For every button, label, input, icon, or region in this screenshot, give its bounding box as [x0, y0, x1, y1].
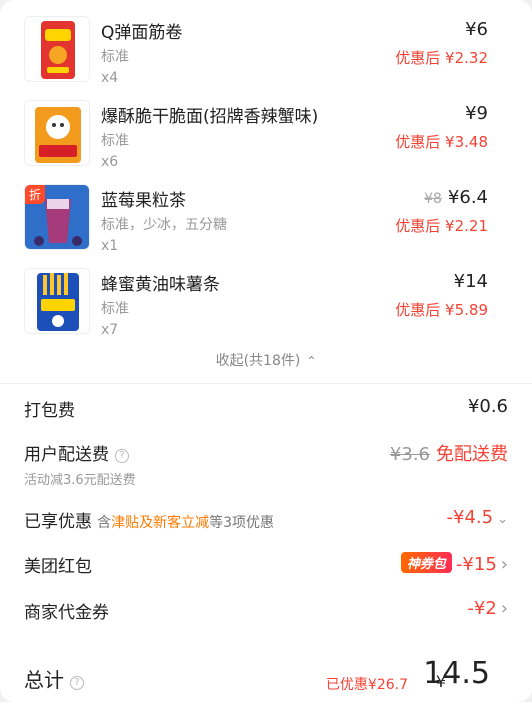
delivery-fee-label: 用户配送费 [24, 445, 109, 465]
item-quantity: x1 [101, 238, 119, 254]
item-name: 蜂蜜黄油味薯条 [101, 275, 220, 295]
free-delivery-text: 免配送费 [436, 444, 508, 465]
packing-fee-value: ¥0.6 [467, 396, 508, 417]
order-summary-card: Q弹面筋卷 标准 x4 ¥6 优惠后 ¥2.32 爆酥脆干脆面(招牌香辣蟹味) … [0, 0, 532, 702]
delivery-fee-row: 用户配送费? 活动减3.6元配送费 ¥3.6 免配送费 [24, 440, 508, 488]
enjoyed-discounts-desc: 含津贴及新客立减等3项优惠 [97, 515, 274, 531]
total-amount: 14.5 [423, 656, 490, 691]
divider [0, 383, 532, 384]
delivery-fee-value: ¥3.6 免配送费 [390, 440, 508, 466]
chevron-right-icon: › [500, 598, 508, 619]
item-name: 爆酥脆干脆面(招牌香辣蟹味) [101, 107, 319, 127]
order-item[interactable]: 爆酥脆干脆面(招牌香辣蟹味) 标准 x6 ¥9 优惠后 ¥3.48 [0, 100, 532, 184]
item-quantity: x7 [101, 322, 119, 338]
total-label: 总计 [24, 668, 64, 692]
merchant-voucher-row[interactable]: 商家代金券 -¥2 › [24, 598, 508, 626]
item-price: ¥8 ¥6.4 [424, 187, 488, 208]
order-item[interactable]: 折 蓝莓果粒茶 标准，少冰，五分糖 x1 ¥8 ¥6.4 优惠后 ¥2.21 [0, 184, 532, 268]
order-item[interactable]: 蜂蜜黄油味薯条 标准 x7 ¥14 优惠后 ¥5.89 [0, 268, 532, 352]
price-value: ¥6 [465, 19, 488, 40]
chevron-up-icon: ⌃ [306, 354, 317, 368]
price-value: ¥14 [453, 271, 488, 292]
enjoyed-discounts-label: 已享优惠 [24, 512, 92, 532]
order-item[interactable]: Q弹面筋卷 标准 x4 ¥6 优惠后 ¥2.32 [0, 16, 532, 100]
item-quantity: x6 [101, 154, 119, 170]
price-value: ¥6.4 [447, 187, 488, 208]
collapse-items-button[interactable]: 收起(共18件) ⌃ [0, 350, 532, 370]
enjoyed-discounts-row[interactable]: 已享优惠 含津贴及新客立减等3项优惠 -¥4.5 ⌄ [24, 507, 508, 535]
original-price: ¥8 [424, 191, 442, 207]
merchant-voucher-value: -¥2 › [467, 598, 508, 619]
merchant-voucher-label: 商家代金券 [24, 603, 109, 623]
enjoyed-suffix: 等3项优惠 [209, 515, 275, 531]
item-spec: 标准 [101, 133, 129, 149]
item-name: 蓝莓果粒茶 [101, 191, 186, 211]
enjoyed-highlight: 津贴及新客立减 [111, 515, 210, 531]
red-packet-value: 神券包 -¥15 › [400, 552, 508, 575]
red-packet-amount: -¥15 [455, 554, 497, 575]
packing-fee-row: 打包费 ¥0.6 [24, 396, 508, 422]
help-icon[interactable]: ? [70, 676, 84, 690]
item-name: Q弹面筋卷 [101, 23, 183, 43]
enjoyed-discounts-value: -¥4.5 ⌄ [447, 507, 508, 528]
enjoyed-discount-amount: -¥4.5 [446, 507, 494, 528]
chevron-right-icon: › [500, 554, 508, 575]
delivery-fee-note: 活动减3.6元配送费 [24, 473, 136, 488]
product-image [24, 100, 90, 166]
product-image [24, 268, 90, 334]
red-packet-label: 美团红包 [24, 557, 92, 577]
total-saved: 已优惠¥26.7 [325, 677, 408, 693]
item-price: ¥6 [465, 19, 488, 40]
item-discounted-price: 优惠后 ¥2.32 [395, 49, 488, 67]
item-discounted-price: 优惠后 ¥5.89 [395, 301, 488, 319]
chevron-down-icon: ⌄ [497, 512, 508, 527]
item-discounted-price: 优惠后 ¥2.21 [395, 217, 488, 235]
total-row: 总计? 已优惠¥26.7 ¥ 14.5 [24, 656, 508, 702]
collapse-label: 收起(共18件) [215, 353, 301, 369]
voucher-amount: -¥2 [467, 598, 497, 619]
product-image: 折 [24, 184, 90, 250]
item-quantity: x4 [101, 70, 119, 86]
enjoyed-prefix: 含 [97, 515, 112, 531]
item-spec: 标准 [101, 49, 129, 65]
product-image [24, 16, 90, 82]
item-price: ¥9 [465, 103, 488, 124]
item-spec: 标准 [101, 301, 129, 317]
discount-badge: 折 [25, 185, 46, 204]
item-spec: 标准，少冰，五分糖 [101, 217, 227, 233]
packing-fee-label: 打包费 [24, 401, 75, 421]
item-discounted-price: 优惠后 ¥3.48 [395, 133, 488, 151]
delivery-original-fee: ¥3.6 [389, 444, 430, 465]
coupon-pack-badge: 神券包 [400, 552, 452, 573]
price-value: ¥9 [465, 103, 488, 124]
item-price: ¥14 [454, 271, 488, 292]
red-packet-row[interactable]: 美团红包 神券包 -¥15 › [24, 552, 508, 580]
help-icon[interactable]: ? [115, 449, 129, 463]
